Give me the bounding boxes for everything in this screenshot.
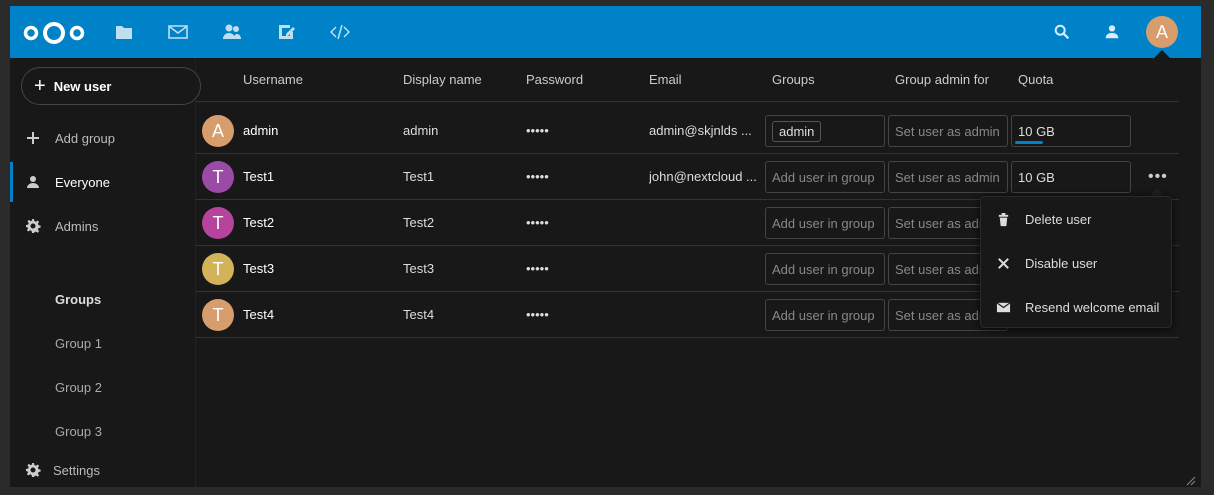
display-name[interactable]: Test2 <box>403 215 434 230</box>
username: Test3 <box>243 261 275 276</box>
search-icon[interactable] <box>1052 22 1072 42</box>
avatar: A <box>202 115 234 147</box>
username: admin <box>243 123 279 138</box>
table-header: Username Display name Password Email Gro… <box>196 58 1179 102</box>
notes-icon[interactable] <box>275 21 297 43</box>
avatar: T <box>202 299 234 331</box>
groups-field[interactable]: Add user in group <box>765 299 885 331</box>
user-actions-menu: Delete user Disable user Resend welcome … <box>980 196 1172 328</box>
column-password[interactable]: Password <box>526 72 583 87</box>
table-row: T Test1 Test1 ••••• john@nextcloud ... A… <box>196 154 1179 200</box>
settings-label: Settings <box>53 462 100 478</box>
disable-user-button[interactable]: Disable user <box>981 241 1173 285</box>
username: Test4 <box>243 307 275 322</box>
plus-icon <box>24 129 42 147</box>
contacts-menu-icon[interactable] <box>1102 22 1122 42</box>
sidebar-item-group-3[interactable]: Group 3 <box>55 424 102 439</box>
new-user-label: New user <box>53 78 112 94</box>
username: Test1 <box>243 169 275 184</box>
sidebar: + New user Add group Everyone Admins Gro… <box>10 58 201 487</box>
more-actions-button[interactable]: ••• <box>1148 168 1168 186</box>
password[interactable]: ••••• <box>526 215 549 230</box>
close-icon <box>995 255 1011 271</box>
column-display-name[interactable]: Display name <box>403 72 482 87</box>
display-name[interactable]: Test3 <box>403 261 434 276</box>
column-group-admin[interactable]: Group admin for <box>895 72 989 87</box>
gear-icon <box>24 217 42 235</box>
code-icon[interactable] <box>329 21 351 43</box>
quota-field[interactable]: 10 GB <box>1011 161 1131 193</box>
disable-user-label: Disable user <box>1025 255 1098 271</box>
header-bar: A <box>10 6 1201 58</box>
email[interactable]: john@nextcloud ... <box>649 169 761 184</box>
user-avatar[interactable]: A <box>1146 16 1178 48</box>
user-icon <box>24 173 42 191</box>
quota-value: 10 GB <box>1018 123 1055 139</box>
group-admin-field[interactable]: Set user as admin <box>888 115 1008 147</box>
column-username[interactable]: Username <box>243 72 303 87</box>
resend-email-button[interactable]: Resend welcome email <box>981 285 1173 329</box>
app-window: A + New user Add group Everyone Admins G… <box>10 6 1201 487</box>
contacts-icon[interactable] <box>221 21 243 43</box>
delete-user-label: Delete user <box>1025 211 1092 227</box>
resize-handle-icon[interactable] <box>1186 476 1196 486</box>
column-groups[interactable]: Groups <box>772 72 815 87</box>
display-name[interactable]: Test4 <box>403 307 434 322</box>
column-email[interactable]: Email <box>649 72 682 87</box>
quota-usage-bar <box>1015 141 1043 144</box>
groups-heading: Groups <box>55 292 102 307</box>
sidebar-item-everyone[interactable]: Everyone <box>10 160 196 204</box>
avatar: T <box>202 161 234 193</box>
password[interactable]: ••••• <box>526 123 549 138</box>
avatar-menu-caret <box>1154 50 1170 58</box>
files-icon[interactable] <box>113 21 135 43</box>
password[interactable]: ••••• <box>526 261 549 276</box>
resend-email-label: Resend welcome email <box>1025 299 1160 315</box>
sidebar-item-group-1[interactable]: Group 1 <box>55 336 102 351</box>
nextcloud-logo[interactable] <box>23 20 85 46</box>
avatar: T <box>202 253 234 285</box>
groups-field[interactable]: Add user in group <box>765 207 885 239</box>
add-group-item[interactable]: Add group <box>10 116 196 160</box>
display-name[interactable]: Test1 <box>403 169 434 184</box>
everyone-label: Everyone <box>55 174 110 190</box>
trash-icon <box>995 211 1011 227</box>
group-tag[interactable]: admin <box>772 120 822 142</box>
password[interactable]: ••••• <box>526 307 549 322</box>
quota-field[interactable]: 10 GB <box>1011 115 1131 147</box>
scrollbar[interactable] <box>1201 6 1208 487</box>
plus-icon: + <box>34 75 46 97</box>
group-admin-field[interactable]: Set user as admin <box>888 161 1008 193</box>
groups-field[interactable]: Add user in group <box>765 161 885 193</box>
admins-label: Admins <box>55 218 99 234</box>
column-quota[interactable]: Quota <box>1018 72 1053 87</box>
mail-icon[interactable] <box>167 21 189 43</box>
groups-field[interactable]: Add user in group <box>765 253 885 285</box>
password[interactable]: ••••• <box>526 169 549 184</box>
username: Test2 <box>243 215 275 230</box>
email[interactable]: admin@skjnlds ... <box>649 123 761 138</box>
display-name[interactable]: admin <box>403 123 438 138</box>
add-group-label: Add group <box>55 130 115 146</box>
delete-user-button[interactable]: Delete user <box>981 197 1173 241</box>
avatar: T <box>202 207 234 239</box>
table-row: A admin admin ••••• admin@skjnlds ... ad… <box>196 108 1179 154</box>
groups-field[interactable]: admin <box>765 115 885 147</box>
new-user-button[interactable]: + New user <box>21 67 201 105</box>
sidebar-item-admins[interactable]: Admins <box>10 204 196 248</box>
mail-icon <box>995 299 1011 315</box>
gear-icon <box>24 461 42 479</box>
sidebar-item-group-2[interactable]: Group 2 <box>55 380 102 395</box>
settings-button[interactable]: Settings <box>10 448 196 487</box>
